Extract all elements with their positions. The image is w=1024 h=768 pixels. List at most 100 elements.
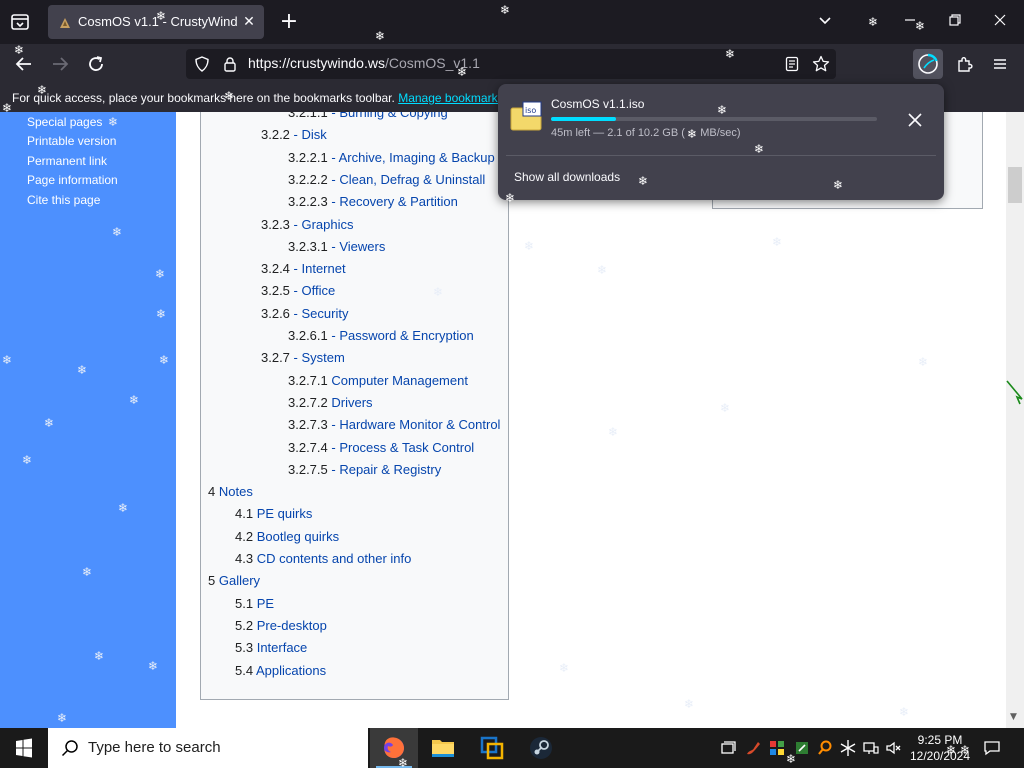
toc-entry-number: 3.2.7.4 bbox=[288, 440, 328, 455]
toc-entry[interactable]: 5 Gallery bbox=[208, 573, 260, 588]
tray-app-paint-icon[interactable] bbox=[744, 738, 764, 758]
toc-entry[interactable]: 4 Notes bbox=[208, 484, 253, 499]
toc-entry[interactable]: 5.4 Applications bbox=[235, 663, 326, 678]
page-scrollbar[interactable]: ▼ bbox=[1006, 112, 1024, 728]
toc-entry[interactable]: 3.2.2 - Disk bbox=[261, 127, 327, 142]
toc-entry-label: - Graphics bbox=[293, 217, 354, 232]
toc-entry-label: - Viewers bbox=[331, 239, 386, 254]
extensions-puzzle-icon[interactable] bbox=[955, 54, 975, 74]
search-icon bbox=[60, 738, 80, 758]
sidebar-item-permanent-link[interactable]: Permanent link bbox=[27, 154, 107, 168]
network-icon[interactable] bbox=[861, 738, 881, 758]
toc-entry[interactable]: 3.2.7 - System bbox=[261, 350, 345, 365]
tray-app-settings-icon[interactable] bbox=[792, 738, 812, 758]
toc-entry-label: - Office bbox=[293, 283, 336, 298]
taskbar-search-box[interactable]: Type here to search bbox=[48, 728, 368, 768]
toc-entry-number: 4.1 bbox=[235, 506, 254, 521]
toc-entry[interactable]: 5.2 Pre-desktop bbox=[235, 618, 327, 633]
close-window-icon[interactable] bbox=[990, 12, 1010, 32]
url-text[interactable]: https://crustywindo.ws/CosmOS_v1.1 bbox=[248, 55, 480, 71]
volume-muted-icon[interactable] bbox=[884, 738, 904, 758]
start-button[interactable] bbox=[0, 728, 48, 768]
iso-file-icon: iso bbox=[510, 100, 542, 132]
manage-bookmarks-link[interactable]: Manage bookmarks bbox=[398, 91, 503, 105]
toc-entry[interactable]: 3.2.7.3 - Hardware Monitor & Control bbox=[288, 417, 500, 432]
toc-entry[interactable]: 3.2.2.3 - Recovery & Partition bbox=[288, 194, 458, 209]
folder-icon bbox=[432, 740, 454, 757]
tracking-protection-shield-icon[interactable] bbox=[194, 56, 210, 72]
show-all-downloads-button[interactable]: Show all downloads bbox=[514, 170, 620, 184]
sidebar-item-printable-version[interactable]: Printable version bbox=[27, 134, 116, 148]
toc-entry[interactable]: 3.2.4 - Internet bbox=[261, 261, 346, 276]
notification-center-icon[interactable] bbox=[982, 738, 1002, 758]
tab-list-icon[interactable] bbox=[8, 10, 32, 34]
windows-logo-icon bbox=[16, 738, 32, 758]
toc-entry-number: 5.4 bbox=[235, 663, 254, 678]
toc-entry[interactable]: 3.2.6 - Security bbox=[261, 306, 348, 321]
back-arrow-icon[interactable] bbox=[12, 52, 36, 76]
navigation-toolbar: https://crustywindo.ws/CosmOS_v1.1 bbox=[0, 44, 1024, 84]
toc-entry[interactable]: 3.2.7.5 - Repair & Registry bbox=[288, 462, 441, 477]
toc-entry-label: - Disk bbox=[293, 127, 327, 142]
tray-search-app-icon[interactable] bbox=[815, 738, 835, 758]
address-bar[interactable]: https://crustywindo.ws/CosmOS_v1.1 bbox=[186, 49, 836, 79]
download-progress-fill bbox=[551, 117, 617, 121]
toc-entry-label: - Security bbox=[293, 306, 349, 321]
toc-entry[interactable]: 3.2.6.1 - Password & Encryption bbox=[288, 328, 474, 343]
site-favicon-icon bbox=[58, 15, 72, 29]
url-host: https://crustywindo.ws bbox=[248, 55, 385, 71]
toc-entry[interactable]: 3.2.7.1 Computer Management bbox=[288, 373, 468, 388]
tray-snowflake-app-icon[interactable] bbox=[838, 738, 858, 758]
toc-entry[interactable]: 3.2.3.1 - Viewers bbox=[288, 239, 385, 254]
tab-close-icon[interactable]: ✕ bbox=[240, 13, 258, 31]
sidebar-item-page-information[interactable]: Page information bbox=[27, 173, 118, 187]
toc-entry-label: Computer Management bbox=[331, 373, 468, 388]
toc-entry-label: - Archive, Imaging & Backup bbox=[331, 150, 495, 165]
toc-entry[interactable]: 5.1 PE bbox=[235, 596, 274, 611]
tab-title: CosmOS v1.1 - CrustyWindows bbox=[78, 14, 238, 29]
toc-entry-number: 4.3 bbox=[235, 551, 254, 566]
toc-entry[interactable]: 3.2.7.4 - Process & Task Control bbox=[288, 440, 474, 455]
reload-icon[interactable] bbox=[84, 52, 108, 76]
taskbar-app-virtualbox[interactable] bbox=[468, 728, 516, 768]
minimize-window-icon[interactable] bbox=[900, 12, 920, 32]
download-filename[interactable]: CosmOS v1.1.iso bbox=[551, 97, 644, 111]
toc-entry[interactable]: 3.2.2.1 - Archive, Imaging & Backup bbox=[288, 150, 495, 165]
toc-entry[interactable]: 5.3 Interface bbox=[235, 640, 307, 655]
scrollbar-thumb[interactable] bbox=[1008, 167, 1022, 203]
toc-entry[interactable]: 3.2.5 - Office bbox=[261, 283, 335, 298]
lock-icon[interactable] bbox=[222, 56, 238, 72]
toc-entry[interactable]: 3.2.1.1 - Burning & Copying bbox=[288, 112, 448, 120]
tab-active[interactable]: CosmOS v1.1 - CrustyWindows ✕ bbox=[48, 5, 264, 39]
toc-entry[interactable]: 3.2.2.2 - Clean, Defrag & Uninstall bbox=[288, 172, 485, 187]
bookmark-star-icon[interactable] bbox=[812, 55, 830, 73]
toc-entry-number: 3.2.7.2 bbox=[288, 395, 328, 410]
reader-view-icon[interactable] bbox=[784, 56, 800, 72]
toc-entry[interactable]: 4.1 PE quirks bbox=[235, 506, 312, 521]
taskbar-app-file-explorer[interactable] bbox=[419, 728, 467, 768]
toc-entry[interactable]: 3.2.7.2 Drivers bbox=[288, 395, 373, 410]
toc-entry-label: Bootleg quirks bbox=[256, 529, 340, 544]
sidebar-item-cite-this-page[interactable]: Cite this page bbox=[27, 193, 100, 207]
sidebar-item-special-pages[interactable]: Special pages bbox=[27, 115, 102, 129]
toc-entry[interactable]: 4.3 CD contents and other info bbox=[235, 551, 411, 566]
hamburger-menu-icon[interactable] bbox=[990, 54, 1010, 74]
toc-entry-label: - Password & Encryption bbox=[331, 328, 474, 343]
forward-arrow-icon[interactable] bbox=[48, 52, 72, 76]
task-view-icon[interactable] bbox=[718, 738, 738, 758]
toc-entry-label: CD contents and other info bbox=[256, 551, 412, 566]
restore-window-icon[interactable] bbox=[945, 12, 965, 32]
downloads-button[interactable] bbox=[913, 49, 943, 79]
new-tab-button[interactable]: + bbox=[278, 11, 300, 33]
taskbar-app-steam[interactable] bbox=[517, 728, 565, 768]
tray-app-colorful-icon[interactable] bbox=[767, 738, 787, 758]
system-clock[interactable]: 9:25 PM 12/20/2024 bbox=[906, 732, 974, 764]
scroll-down-arrow-icon[interactable]: ▼ bbox=[1010, 712, 1017, 722]
toc-entry[interactable]: 3.2.3 - Graphics bbox=[261, 217, 354, 232]
list-all-tabs-icon[interactable] bbox=[815, 12, 835, 32]
toc-entry[interactable]: 4.2 Bootleg quirks bbox=[235, 529, 339, 544]
toc-entry-number: 3.2.3 bbox=[261, 217, 290, 232]
bookmarks-hint-text: For quick access, place your bookmarks h… bbox=[12, 91, 395, 105]
cancel-download-icon[interactable] bbox=[906, 111, 924, 129]
taskbar-app-firefox[interactable] bbox=[370, 728, 418, 768]
